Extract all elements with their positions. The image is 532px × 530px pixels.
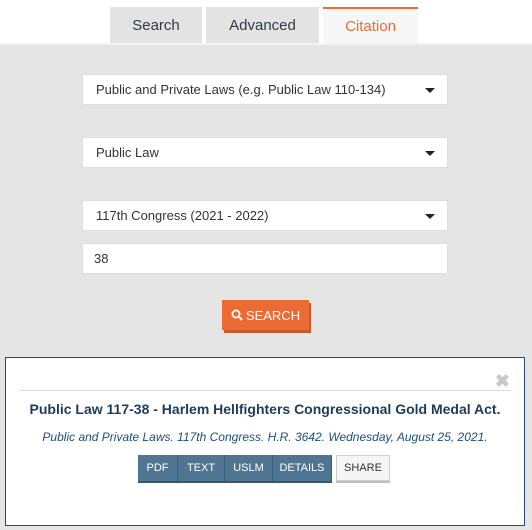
search-button[interactable]: SEARCH (222, 300, 309, 330)
result-citation: Public and Private Laws. 117th Congress.… (42, 430, 488, 444)
tab-advanced[interactable]: Advanced (206, 7, 319, 44)
caret-down-icon (425, 214, 435, 219)
tab-citation[interactable]: Citation (323, 7, 418, 44)
congress-select-value: 117th Congress (2021 - 2022) (96, 208, 269, 223)
search-button-label: SEARCH (245, 307, 301, 323)
magnifier-icon (231, 309, 243, 321)
uslm-button[interactable]: USLM (225, 455, 273, 481)
result-title[interactable]: Public Law 117-38 - Harlem Hellfighters … (6, 401, 524, 417)
close-icon[interactable]: ✖ (495, 372, 510, 390)
share-button[interactable]: SHARE (336, 455, 390, 481)
pdf-button[interactable]: PDF (138, 455, 178, 481)
collection-select[interactable]: Public and Private Laws (e.g. Public Law… (82, 74, 448, 105)
tab-bar: Search Advanced Citation (0, 0, 532, 44)
caret-down-icon (425, 151, 435, 156)
law-number-input[interactable] (82, 243, 448, 274)
divider (19, 390, 511, 391)
text-button[interactable]: TEXT (178, 455, 225, 481)
tab-list: Search Advanced Citation (110, 7, 422, 44)
law-type-select-value: Public Law (96, 145, 159, 160)
law-type-select[interactable]: Public Law (82, 137, 448, 168)
format-buttons: PDF TEXT USLM DETAILS SHARE (138, 455, 390, 481)
details-button[interactable]: DETAILS (273, 455, 332, 481)
result-panel: ✖ Public Law 117-38 - Harlem Hellfighter… (5, 357, 525, 526)
tab-search[interactable]: Search (110, 7, 202, 44)
caret-down-icon (425, 88, 435, 93)
congress-select[interactable]: 117th Congress (2021 - 2022) (82, 200, 448, 231)
collection-select-value: Public and Private Laws (e.g. Public Law… (96, 82, 386, 97)
